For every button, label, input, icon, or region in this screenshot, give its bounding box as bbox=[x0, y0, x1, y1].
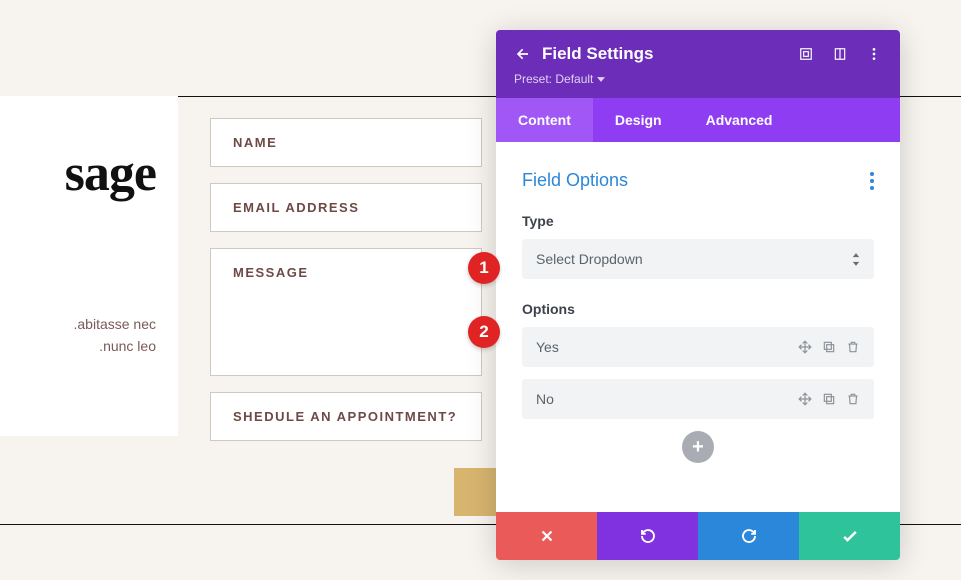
add-option-button[interactable]: + bbox=[682, 431, 714, 463]
schedule-field[interactable]: SHEDULE AN APPOINTMENT? bbox=[210, 392, 482, 441]
undo-button[interactable] bbox=[597, 512, 698, 560]
panel-body: Field Options Type Select Dropdown Optio… bbox=[496, 142, 900, 512]
duplicate-icon[interactable] bbox=[822, 340, 836, 354]
panel-header: Field Settings Preset: Default bbox=[496, 30, 900, 98]
preset-selector[interactable]: Preset: Default bbox=[514, 72, 605, 86]
email-field[interactable]: EMAIL ADDRESS bbox=[210, 183, 482, 232]
duplicate-icon[interactable] bbox=[822, 392, 836, 406]
annotation-badge-2: 2 bbox=[468, 316, 500, 348]
panel-tabs: Content Design Advanced bbox=[496, 98, 900, 142]
option-item[interactable]: No bbox=[522, 379, 874, 419]
type-label: Type bbox=[522, 213, 874, 229]
redo-button[interactable] bbox=[698, 512, 799, 560]
form-column: NAME EMAIL ADDRESS MESSAGE SHEDULE AN AP… bbox=[210, 118, 482, 457]
expand-icon[interactable] bbox=[798, 46, 814, 62]
page-heading: sage bbox=[22, 144, 156, 203]
submit-button[interactable] bbox=[454, 468, 496, 516]
option-actions bbox=[798, 340, 860, 354]
option-item[interactable]: Yes bbox=[522, 327, 874, 367]
section-field-options: Field Options bbox=[522, 170, 874, 191]
panel-footer bbox=[496, 512, 900, 560]
name-field[interactable]: NAME bbox=[210, 118, 482, 167]
message-field[interactable]: MESSAGE bbox=[210, 248, 482, 376]
annotation-badge-1: 1 bbox=[468, 252, 500, 284]
option-actions bbox=[798, 392, 860, 406]
panel-title: Field Settings bbox=[542, 44, 653, 64]
left-content-card: sage abitasse nec. nunc leo. bbox=[0, 96, 178, 436]
back-icon[interactable] bbox=[514, 46, 530, 62]
cancel-button[interactable] bbox=[496, 512, 597, 560]
more-icon[interactable] bbox=[866, 46, 882, 62]
column-icon[interactable] bbox=[832, 46, 848, 62]
move-icon[interactable] bbox=[798, 392, 812, 406]
save-button[interactable] bbox=[799, 512, 900, 560]
type-select[interactable]: Select Dropdown bbox=[522, 239, 874, 279]
field-settings-panel: Field Settings Preset: Default Content D… bbox=[496, 30, 900, 560]
move-icon[interactable] bbox=[798, 340, 812, 354]
options-label: Options bbox=[522, 301, 874, 317]
select-sort-icon bbox=[852, 253, 860, 266]
page-paragraph: abitasse nec. nunc leo. bbox=[22, 313, 156, 358]
tab-advanced[interactable]: Advanced bbox=[684, 98, 795, 142]
section-menu-icon[interactable] bbox=[870, 172, 874, 190]
delete-icon[interactable] bbox=[846, 392, 860, 406]
tab-content[interactable]: Content bbox=[496, 98, 593, 142]
delete-icon[interactable] bbox=[846, 340, 860, 354]
tab-design[interactable]: Design bbox=[593, 98, 684, 142]
